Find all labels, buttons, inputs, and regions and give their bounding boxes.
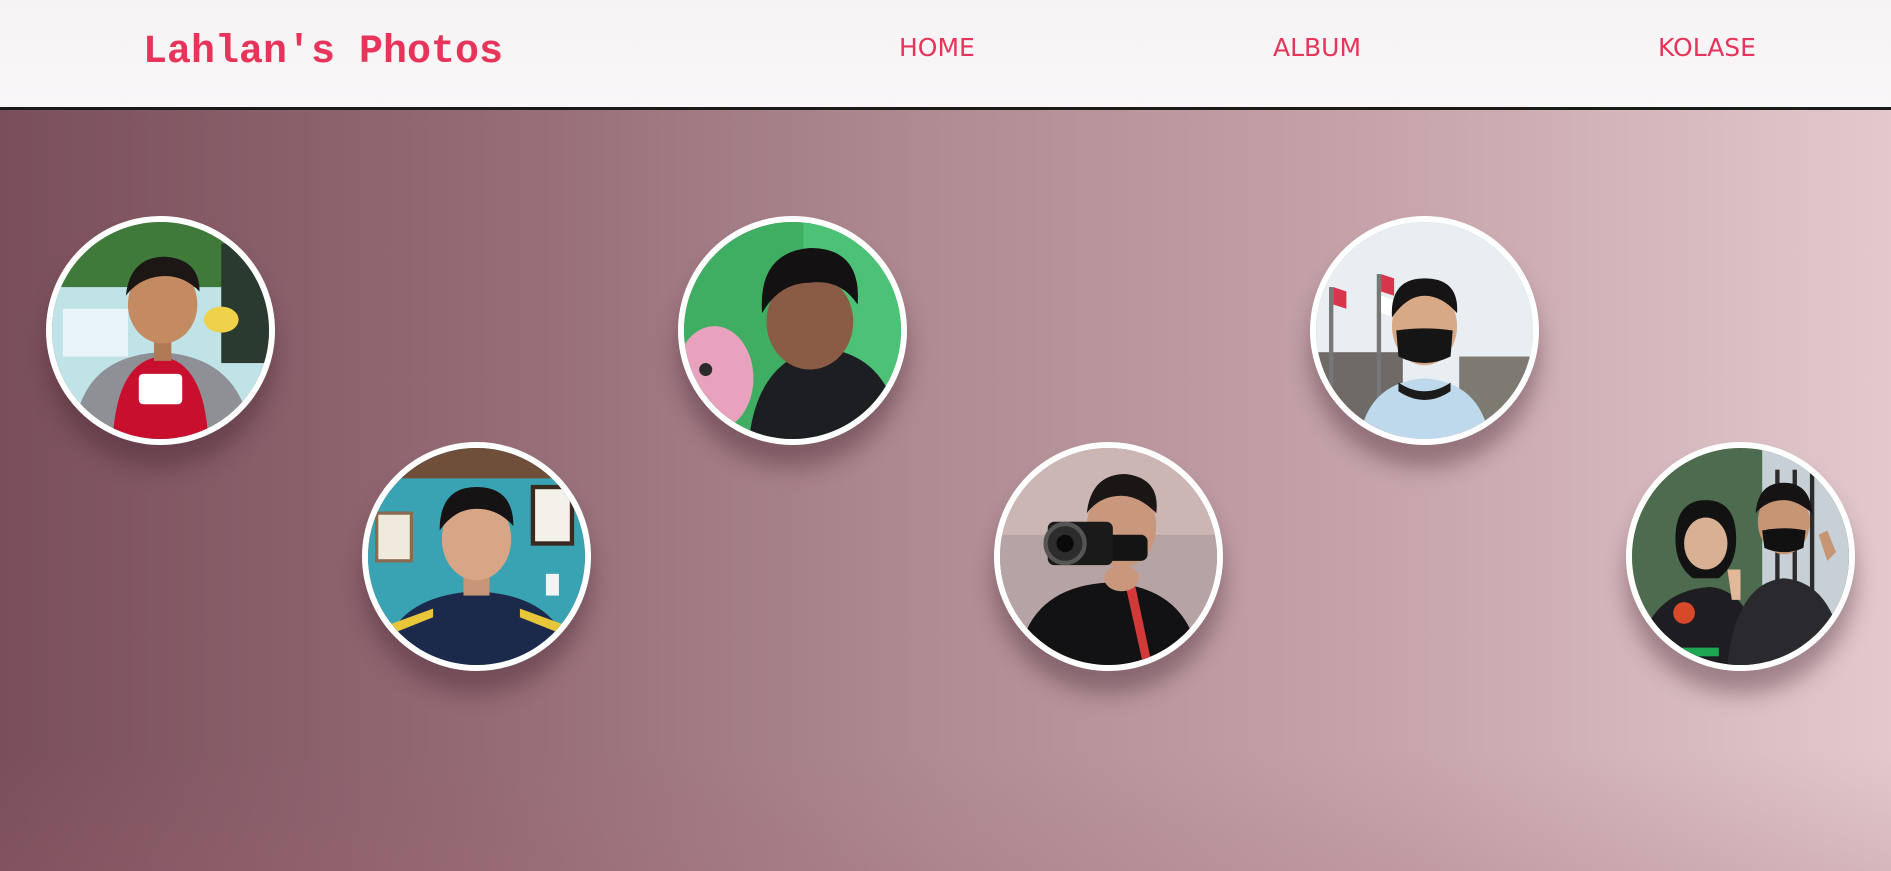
nav-kolase-link[interactable]: KOLASE [1658, 33, 1756, 62]
photo-thumbnail-3[interactable] [678, 216, 907, 445]
portrait-camera-icon [1000, 448, 1217, 665]
page: Lahlan's Photos HOME ALBUM KOLASE [0, 0, 1891, 871]
photo-thumbnail-2[interactable] [362, 442, 591, 671]
photo-thumbnail-6[interactable] [1626, 442, 1855, 671]
site-title[interactable]: Lahlan's Photos [143, 30, 503, 75]
photo-thumbnail-5[interactable] [1310, 216, 1539, 445]
portrait-black-mask-icon [1316, 222, 1533, 439]
portrait-couple-icon [1632, 448, 1849, 665]
photo-thumbnail-4[interactable] [994, 442, 1223, 671]
photo-thumbnail-1[interactable] [46, 216, 275, 445]
navbar: Lahlan's Photos HOME ALBUM KOLASE [0, 0, 1891, 110]
nav-album-link[interactable]: ALBUM [1273, 33, 1361, 62]
portrait-green-background-icon [684, 222, 901, 439]
portrait-school-uniform-icon [368, 448, 585, 665]
nav-home-link[interactable]: HOME [899, 33, 975, 62]
portrait-boy-red-shirt-icon [52, 222, 269, 439]
